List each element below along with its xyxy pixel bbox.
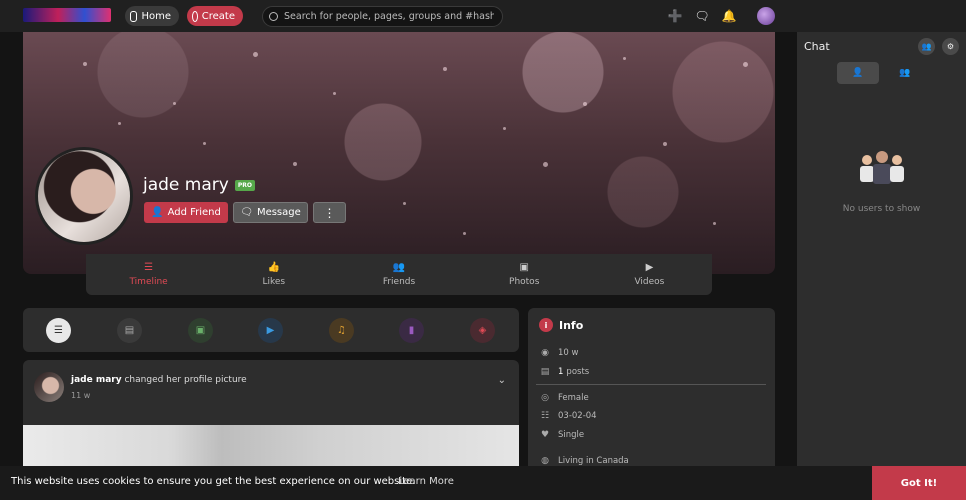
- no-users-illustration-icon: [860, 151, 904, 184]
- info-relationship-text: Single: [558, 430, 585, 440]
- post-action: changed her profile picture: [124, 375, 247, 385]
- heart-icon: ♥: [540, 430, 550, 440]
- search-icon: [269, 12, 278, 21]
- gender-icon: ◎: [541, 393, 549, 403]
- post-author-name[interactable]: jade mary: [71, 375, 122, 385]
- globe-icon: ◍: [541, 456, 549, 466]
- main-content: jade mary PRO 👤 Add Friend 🗨 Message ⋮ ☰…: [0, 32, 797, 500]
- chat-tab-users[interactable]: 👤: [837, 62, 879, 84]
- message-label: Message: [256, 207, 301, 218]
- add-friend-label: Add Friend: [167, 207, 221, 218]
- create-label: Create: [201, 10, 235, 22]
- plus-circle-icon: [192, 10, 198, 22]
- file-post-icon[interactable]: ▮: [399, 318, 424, 343]
- chevron-down-icon[interactable]: ⌄: [498, 375, 506, 386]
- cake-icon: ☷: [540, 411, 550, 421]
- info-location: ◍ Living in Canada: [539, 456, 629, 466]
- document-icon: ▤: [540, 367, 550, 377]
- friends-icon: 👥: [392, 262, 406, 273]
- search-box[interactable]: [262, 6, 503, 27]
- top-bar: Home Create ➕ 🗨 🔔: [0, 0, 966, 32]
- more-options-button[interactable]: ⋮: [313, 202, 346, 223]
- post-type-bar: ☰ ▤ ▣ ▶ ♫ ▮ ◈: [23, 308, 519, 352]
- info-location-text: Living in Canada: [558, 456, 629, 466]
- more-options-label: ⋮: [323, 205, 336, 220]
- eye-icon: ◉: [541, 348, 549, 358]
- user-list-icon: 👤: [852, 68, 864, 78]
- site-logo[interactable]: [23, 8, 111, 22]
- cookie-banner: This website uses cookies to ensure you …: [0, 466, 966, 500]
- tab-videos[interactable]: ▶ Videos: [587, 254, 712, 295]
- post-time[interactable]: 11 w: [71, 391, 90, 400]
- post-author-avatar[interactable]: [34, 372, 64, 402]
- tab-friends-label: Friends: [382, 277, 416, 287]
- info-birthday-text: 03-02-04: [558, 411, 597, 421]
- add-user-icon: 👤: [151, 207, 164, 218]
- got-it-button[interactable]: Got It!: [872, 466, 966, 500]
- tab-likes-label: Likes: [262, 277, 286, 287]
- profile-name: jade mary PRO: [143, 175, 255, 195]
- tab-photos-label: Photos: [509, 277, 540, 287]
- message-button[interactable]: 🗨 Message: [233, 202, 308, 223]
- notifications-bell-icon[interactable]: 🔔: [721, 8, 737, 24]
- video-camera-icon: ▶: [645, 262, 654, 273]
- cookie-text: This website uses cookies to ensure you …: [11, 476, 416, 487]
- info-birthday: ☷ 03-02-04: [539, 411, 597, 421]
- pro-badge: PRO: [234, 179, 255, 191]
- tab-photos[interactable]: ▣ Photos: [462, 254, 587, 295]
- gif-post-icon[interactable]: ◈: [470, 318, 495, 343]
- info-views: ◉ 10 w: [539, 348, 578, 358]
- info-posts-label: posts: [566, 367, 590, 377]
- home-label: Home: [141, 10, 171, 22]
- search-input[interactable]: [284, 11, 494, 22]
- photo-post-icon[interactable]: ▣: [188, 318, 213, 343]
- info-divider: [536, 384, 766, 385]
- info-icon: i: [539, 318, 553, 332]
- thumbs-up-icon: 👍: [267, 262, 281, 273]
- image-icon: ▣: [519, 262, 529, 273]
- chat-sidebar: Chat 👥 ⚙ 👤 👥 No users to show: [797, 32, 966, 500]
- info-relationship: ♥ Single: [539, 430, 584, 440]
- home-icon: [130, 10, 138, 22]
- messages-icon[interactable]: 🗨: [694, 8, 710, 24]
- tab-likes[interactable]: 👍 Likes: [211, 254, 336, 295]
- info-gender-text: Female: [558, 393, 589, 403]
- video-post-icon[interactable]: ▶: [258, 318, 283, 343]
- info-views-text: 10 w: [558, 348, 579, 358]
- tab-friends[interactable]: 👥 Friends: [336, 254, 461, 295]
- post-title: jade mary changed her profile picture: [71, 375, 247, 385]
- info-posts-count: 1: [558, 367, 564, 377]
- add-friend-button[interactable]: 👤 Add Friend: [144, 202, 228, 223]
- info-posts: ▤ 1 posts: [539, 367, 589, 377]
- profile-name-text: jade mary: [143, 175, 229, 195]
- no-users-text: No users to show: [842, 204, 921, 214]
- gear-icon[interactable]: ⚙: [942, 38, 959, 55]
- timeline-icon: ☰: [144, 262, 154, 273]
- tab-videos-label: Videos: [634, 277, 665, 287]
- chat-title: Chat: [804, 40, 830, 53]
- music-post-icon[interactable]: ♫: [329, 318, 354, 343]
- group-icon: 👥: [899, 68, 911, 78]
- info-title: Info: [559, 318, 584, 332]
- chat-bubble-icon: 🗨: [240, 207, 253, 218]
- tab-timeline-label: Timeline: [129, 277, 168, 287]
- text-post-icon[interactable]: ☰: [46, 318, 71, 343]
- chat-tab-groups[interactable]: 👥: [884, 62, 926, 84]
- info-gender: ◎ Female: [539, 393, 589, 403]
- text-message-icon[interactable]: ▤: [117, 318, 142, 343]
- friend-requests-icon[interactable]: ➕: [667, 8, 683, 24]
- add-group-icon[interactable]: 👥: [918, 38, 935, 55]
- tab-timeline[interactable]: ☰ Timeline: [86, 254, 211, 295]
- profile-avatar[interactable]: [35, 147, 133, 245]
- user-avatar[interactable]: [757, 7, 775, 25]
- info-header: i Info: [539, 318, 583, 332]
- home-button[interactable]: Home: [125, 6, 179, 26]
- learn-more-link[interactable]: Learn More: [398, 476, 454, 487]
- profile-tabs: ☰ Timeline 👍 Likes 👥 Friends ▣ Photos ▶ …: [86, 254, 712, 295]
- create-button[interactable]: Create: [187, 6, 243, 26]
- cover-photo: [23, 32, 775, 274]
